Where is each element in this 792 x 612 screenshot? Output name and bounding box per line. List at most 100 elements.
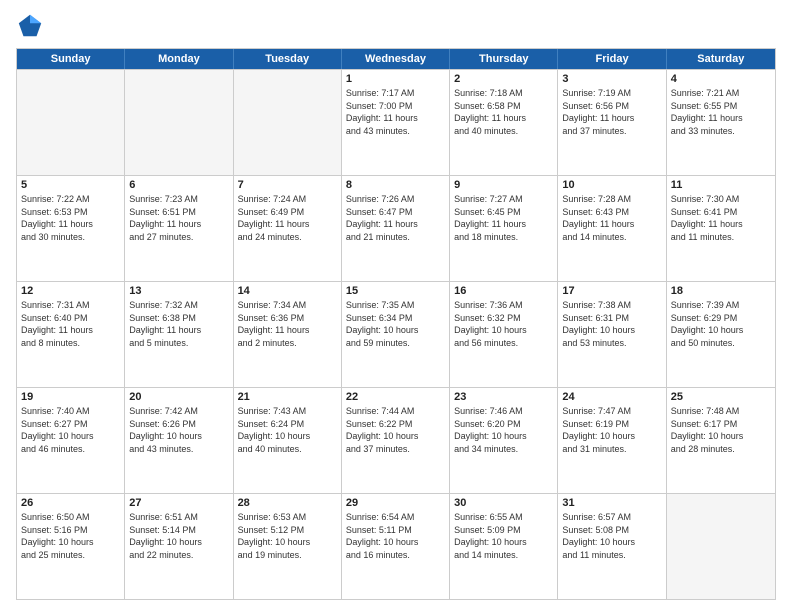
cal-cell: 30Sunrise: 6:55 AM Sunset: 5:09 PM Dayli… <box>450 494 558 599</box>
cell-info: Sunrise: 7:35 AM Sunset: 6:34 PM Dayligh… <box>346 299 445 349</box>
cal-cell <box>17 70 125 175</box>
cal-cell: 18 Sunrise: 7:39 AM Sunset: 6:29 PM Dayli… <box>667 282 775 387</box>
cell-info: Sunrise: 6:53 AM Sunset: 5:12 PM Dayligh… <box>238 511 337 561</box>
day-number: 28 <box>238 497 337 509</box>
cell-info: Sunrise: 7:19 AM Sunset: 6:56 PM Dayligh… <box>562 87 661 137</box>
day-number: 20 <box>129 391 228 403</box>
cal-header-friday: Friday <box>558 49 666 69</box>
cell-info: Sunrise: 7:32 AM Sunset: 6:38 PM Dayligh… <box>129 299 228 349</box>
day-number: 8 <box>346 179 445 191</box>
cell-info: Sunrise: 7:34 AM Sunset: 6:36 PM Dayligh… <box>238 299 337 349</box>
day-number: 2 <box>454 73 553 85</box>
day-number: 12 <box>21 285 120 297</box>
day-number: 3 <box>562 73 661 85</box>
cal-cell: 16 Sunrise: 7:36 AM Sunset: 6:32 PM Dayli… <box>450 282 558 387</box>
cal-cell: 6 Sunrise: 7:23 AM Sunset: 6:51 PM Daylig… <box>125 176 233 281</box>
cal-header-thursday: Thursday <box>450 49 558 69</box>
cell-info: Sunrise: 7:24 AM Sunset: 6:49 PM Dayligh… <box>238 193 337 243</box>
cal-header-tuesday: Tuesday <box>234 49 342 69</box>
day-number: 17 <box>562 285 661 297</box>
cal-header-wednesday: Wednesday <box>342 49 450 69</box>
cal-header-monday: Monday <box>125 49 233 69</box>
cal-cell: 19 Sunrise: 7:40 AM Sunset: 6:27 PM Dayli… <box>17 388 125 493</box>
cell-info: Sunrise: 7:17 AM Sunset: 7:00 PM Dayligh… <box>346 87 445 137</box>
cal-header-sunday: Sunday <box>17 49 125 69</box>
cal-cell: 21Sunrise: 7:43 AM Sunset: 6:24 PM Dayli… <box>234 388 342 493</box>
day-number: 21 <box>238 391 337 403</box>
cal-cell: 31 Sunrise: 6:57 AM Sunset: 5:08 PM Dayli… <box>558 494 666 599</box>
cal-cell: 5 Sunrise: 7:22 AM Sunset: 6:53 PM Daylig… <box>17 176 125 281</box>
day-number: 7 <box>238 179 337 191</box>
cal-cell: 14 Sunrise: 7:34 AM Sunset: 6:36 PM Dayli… <box>234 282 342 387</box>
cal-header-saturday: Saturday <box>667 49 775 69</box>
cal-cell: 25 Sunrise: 7:48 AM Sunset: 6:17 PM Dayli… <box>667 388 775 493</box>
day-number: 10 <box>562 179 661 191</box>
cell-info: Sunrise: 6:54 AM Sunset: 5:11 PM Dayligh… <box>346 511 445 561</box>
cell-info: Sunrise: 7:39 AM Sunset: 6:29 PM Dayligh… <box>671 299 771 349</box>
day-number: 24 <box>562 391 661 403</box>
page: SundayMondayTuesdayWednesdayThursdayFrid… <box>0 0 792 612</box>
cell-info: Sunrise: 7:23 AM Sunset: 6:51 PM Dayligh… <box>129 193 228 243</box>
day-number: 11 <box>671 179 771 191</box>
cell-info: Sunrise: 6:50 AM Sunset: 5:16 PM Dayligh… <box>21 511 120 561</box>
cal-cell: 12Sunrise: 7:31 AM Sunset: 6:40 PM Dayli… <box>17 282 125 387</box>
cell-info: Sunrise: 7:40 AM Sunset: 6:27 PM Dayligh… <box>21 405 120 455</box>
cal-cell: 24Sunrise: 7:47 AM Sunset: 6:19 PM Dayli… <box>558 388 666 493</box>
day-number: 13 <box>129 285 228 297</box>
cell-info: Sunrise: 7:21 AM Sunset: 6:55 PM Dayligh… <box>671 87 771 137</box>
cal-cell: 4Sunrise: 7:21 AM Sunset: 6:55 PM Daylig… <box>667 70 775 175</box>
cal-cell: 28 Sunrise: 6:53 AM Sunset: 5:12 PM Dayli… <box>234 494 342 599</box>
cal-row-3: 19 Sunrise: 7:40 AM Sunset: 6:27 PM Dayli… <box>17 387 775 493</box>
calendar-body: 1 Sunrise: 7:17 AM Sunset: 7:00 PM Daylig… <box>17 69 775 599</box>
day-number: 22 <box>346 391 445 403</box>
header <box>16 12 776 40</box>
cal-cell: 17 Sunrise: 7:38 AM Sunset: 6:31 PM Dayli… <box>558 282 666 387</box>
cell-info: Sunrise: 7:30 AM Sunset: 6:41 PM Dayligh… <box>671 193 771 243</box>
day-number: 27 <box>129 497 228 509</box>
cal-cell: 7 Sunrise: 7:24 AM Sunset: 6:49 PM Daylig… <box>234 176 342 281</box>
cell-info: Sunrise: 7:44 AM Sunset: 6:22 PM Dayligh… <box>346 405 445 455</box>
cal-cell: 1 Sunrise: 7:17 AM Sunset: 7:00 PM Daylig… <box>342 70 450 175</box>
cal-cell: 20Sunrise: 7:42 AM Sunset: 6:26 PM Dayli… <box>125 388 233 493</box>
calendar-header: SundayMondayTuesdayWednesdayThursdayFrid… <box>17 49 775 69</box>
day-number: 16 <box>454 285 553 297</box>
cell-info: Sunrise: 7:18 AM Sunset: 6:58 PM Dayligh… <box>454 87 553 137</box>
day-number: 18 <box>671 285 771 297</box>
cell-info: Sunrise: 7:26 AM Sunset: 6:47 PM Dayligh… <box>346 193 445 243</box>
day-number: 15 <box>346 285 445 297</box>
cal-cell <box>125 70 233 175</box>
day-number: 25 <box>671 391 771 403</box>
cal-cell <box>234 70 342 175</box>
calendar: SundayMondayTuesdayWednesdayThursdayFrid… <box>16 48 776 600</box>
cell-info: Sunrise: 6:57 AM Sunset: 5:08 PM Dayligh… <box>562 511 661 561</box>
cell-info: Sunrise: 7:38 AM Sunset: 6:31 PM Dayligh… <box>562 299 661 349</box>
cell-info: Sunrise: 7:46 AM Sunset: 6:20 PM Dayligh… <box>454 405 553 455</box>
cal-cell: 3 Sunrise: 7:19 AM Sunset: 6:56 PM Daylig… <box>558 70 666 175</box>
cal-cell: 11 Sunrise: 7:30 AM Sunset: 6:41 PM Dayli… <box>667 176 775 281</box>
day-number: 14 <box>238 285 337 297</box>
cal-row-4: 26Sunrise: 6:50 AM Sunset: 5:16 PM Dayli… <box>17 493 775 599</box>
cal-cell: 26Sunrise: 6:50 AM Sunset: 5:16 PM Dayli… <box>17 494 125 599</box>
cal-cell: 10 Sunrise: 7:28 AM Sunset: 6:43 PM Dayli… <box>558 176 666 281</box>
day-number: 29 <box>346 497 445 509</box>
cal-row-0: 1 Sunrise: 7:17 AM Sunset: 7:00 PM Daylig… <box>17 69 775 175</box>
cal-cell: 23Sunrise: 7:46 AM Sunset: 6:20 PM Dayli… <box>450 388 558 493</box>
cell-info: Sunrise: 7:36 AM Sunset: 6:32 PM Dayligh… <box>454 299 553 349</box>
day-number: 9 <box>454 179 553 191</box>
day-number: 19 <box>21 391 120 403</box>
cell-info: Sunrise: 6:51 AM Sunset: 5:14 PM Dayligh… <box>129 511 228 561</box>
day-number: 6 <box>129 179 228 191</box>
cal-cell <box>667 494 775 599</box>
cell-info: Sunrise: 7:27 AM Sunset: 6:45 PM Dayligh… <box>454 193 553 243</box>
cal-cell: 29 Sunrise: 6:54 AM Sunset: 5:11 PM Dayli… <box>342 494 450 599</box>
day-number: 31 <box>562 497 661 509</box>
cell-info: Sunrise: 7:28 AM Sunset: 6:43 PM Dayligh… <box>562 193 661 243</box>
cell-info: Sunrise: 7:48 AM Sunset: 6:17 PM Dayligh… <box>671 405 771 455</box>
logo <box>16 12 48 40</box>
day-number: 1 <box>346 73 445 85</box>
logo-icon <box>16 12 44 40</box>
cal-cell: 22 Sunrise: 7:44 AM Sunset: 6:22 PM Dayli… <box>342 388 450 493</box>
cell-info: Sunrise: 7:22 AM Sunset: 6:53 PM Dayligh… <box>21 193 120 243</box>
cal-row-2: 12Sunrise: 7:31 AM Sunset: 6:40 PM Dayli… <box>17 281 775 387</box>
day-number: 5 <box>21 179 120 191</box>
